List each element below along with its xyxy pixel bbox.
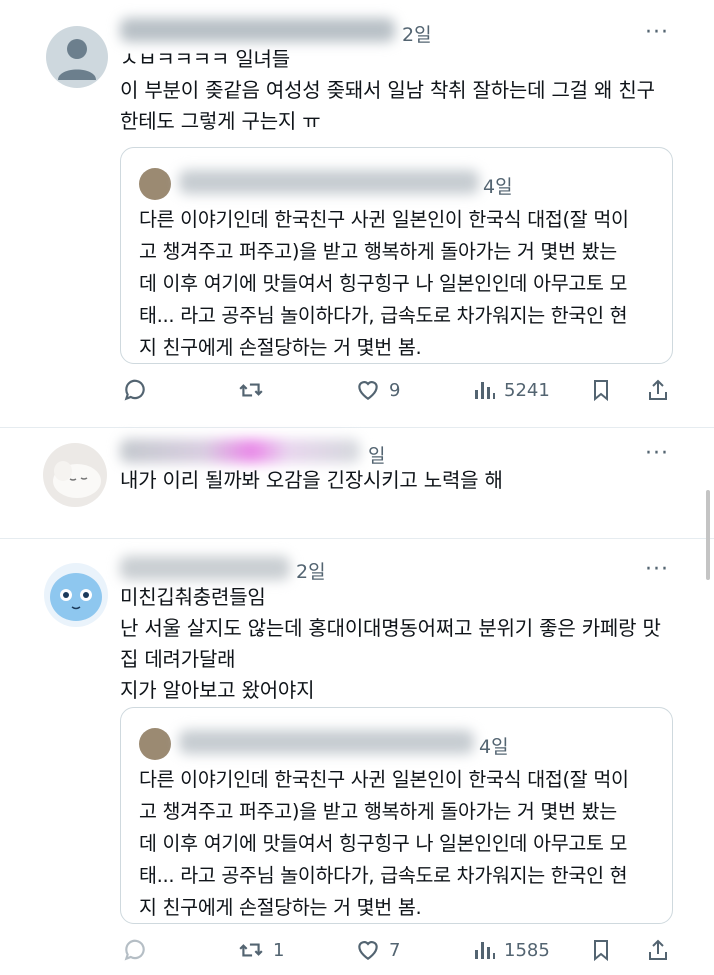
bookmark-icon (594, 380, 608, 402)
quoted-text-line: 태... 라고 공주님 놀이하다가, 급속도로 차가워지는 한국인 현 (139, 864, 628, 887)
views-button[interactable]: 5241 (472, 377, 550, 403)
blurred-username[interactable] (120, 439, 360, 463)
retweet-icon (239, 383, 263, 397)
tweet-text-line: 내가 이리 될까봐 오감을 긴장시키고 노력을 해 (120, 468, 503, 492)
more-options-icon[interactable]: ··· (645, 441, 669, 466)
avatar-white-dog[interactable] (43, 443, 107, 507)
quoted-text-line: 지 친구에게 손절당하는 거 몇번 봄. (139, 896, 422, 919)
quoted-tweet[interactable]: 4일 다른 이야기인데 한국친구 사귄 일본인이 한국식 대접(잘 먹이 고 챙… (120, 707, 673, 924)
quoted-text-line: 지 친구에게 손절당하는 거 몇번 봄. (139, 336, 422, 359)
share-button[interactable] (646, 937, 670, 963)
retweet-button[interactable]: 1 (237, 937, 284, 963)
avatar-default[interactable] (46, 26, 108, 88)
heart-icon (358, 941, 378, 960)
views-icon (475, 942, 495, 959)
bookmark-button[interactable] (589, 377, 613, 403)
more-options-icon[interactable]: ··· (645, 557, 669, 582)
quoted-time: 4일 (483, 176, 513, 198)
like-count: 9 (389, 379, 401, 401)
like-count: 7 (389, 939, 401, 961)
quoted-text-line: 데 이후 여기에 맛들여서 힝구힝구 나 일본인인데 아무고토 모 (139, 272, 628, 295)
tweet-text-line: 한테도 그렇게 구는지 ㅠ (120, 109, 321, 133)
tweet-text-line: 이 부분이 좆같음 여성성 좆돼서 일남 착취 잘하는데 그걸 왜 친구 (120, 78, 655, 102)
avatar-blue-character[interactable] (44, 563, 108, 627)
views-icon (475, 382, 495, 399)
more-options-icon[interactable]: ··· (645, 20, 669, 45)
reply-button[interactable] (122, 937, 148, 963)
quoted-text-line: 고 챙겨주고 퍼주고)을 받고 행복하게 돌아가는 거 몇번 봤는 (139, 800, 617, 823)
share-icon (649, 939, 667, 960)
quoted-tweet[interactable]: 4일 다른 이야기인데 한국친구 사귄 일본인이 한국식 대접(잘 먹이 고 챙… (120, 147, 673, 364)
quoted-avatar (139, 728, 171, 760)
tweet-divider (0, 427, 714, 428)
reply-button[interactable] (122, 377, 148, 403)
reply-icon (124, 379, 145, 401)
like-button[interactable]: 7 (355, 937, 400, 963)
quoted-text-line: 데 이후 여기에 맛들여서 힝구힝구 나 일본인인데 아무고토 모 (139, 832, 628, 855)
quoted-blurred-username (179, 730, 474, 754)
like-button[interactable]: 9 (355, 377, 400, 403)
quoted-avatar (139, 168, 171, 200)
retweet-icon (239, 943, 263, 957)
retweet-button[interactable] (237, 377, 265, 403)
view-count: 5241 (504, 379, 550, 401)
tweet-text-line: 미친깁춰충련들임 (120, 585, 266, 609)
tweet-time: 2일 (402, 24, 432, 46)
tweet-text-line: 집 데려가달래 (120, 647, 236, 671)
tweet-time: 일 (368, 445, 386, 467)
quoted-text-line: 다른 이야기인데 한국친구 사귄 일본인이 한국식 대접(잘 먹이 (139, 768, 629, 791)
quoted-text-line: 태... 라고 공주님 놀이하다가, 급속도로 차가워지는 한국인 현 (139, 304, 628, 327)
blurred-username[interactable] (120, 556, 290, 580)
quoted-blurred-username (179, 170, 479, 194)
tweet-divider (0, 538, 714, 539)
reply-icon (124, 939, 145, 961)
share-icon (649, 379, 667, 400)
share-button[interactable] (646, 377, 670, 403)
tweet-time: 2일 (296, 561, 326, 583)
blurred-username[interactable] (120, 18, 395, 42)
heart-icon (358, 381, 378, 400)
views-button[interactable]: 1585 (472, 937, 550, 963)
quoted-text-line: 고 챙겨주고 퍼주고)을 받고 행복하게 돌아가는 거 몇번 봤는 (139, 240, 617, 263)
bookmark-icon (594, 940, 608, 962)
tweet-text-line: 지가 알아보고 왔어야지 (120, 678, 315, 702)
tweet-text-line: 난 서울 살지도 않는데 홍대이대명동어쩌고 분위기 좋은 카페랑 맛 (120, 616, 661, 640)
tweet-text-line: ㅅㅂㅋㅋㅋㅋ 일녀들 (120, 47, 290, 71)
retweet-count: 1 (273, 939, 285, 961)
bookmark-button[interactable] (589, 937, 613, 963)
view-count: 1585 (504, 939, 550, 961)
quoted-time: 4일 (479, 736, 509, 758)
scrollbar[interactable] (706, 490, 710, 580)
quoted-text-line: 다른 이야기인데 한국친구 사귄 일본인이 한국식 대접(잘 먹이 (139, 208, 629, 231)
